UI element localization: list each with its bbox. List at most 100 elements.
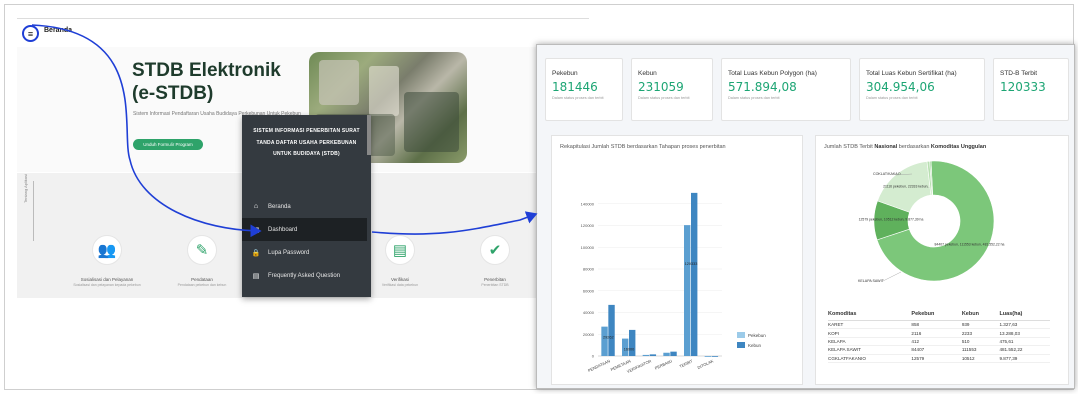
users-icon: 👥 bbox=[92, 235, 122, 265]
bar-kebun-pemetaan bbox=[629, 329, 636, 356]
stat-card-stdb-terbit: STD-B Terbit 120333 bbox=[993, 58, 1069, 121]
bar-kebun-terbit bbox=[691, 192, 698, 356]
y-tick-label: 140000 bbox=[581, 201, 595, 206]
bar-kebun-verifikator bbox=[649, 354, 657, 356]
stat-desc: Dalam status proses dan terbit bbox=[638, 96, 690, 100]
download-form-button[interactable]: Unduh Formulir Program bbox=[133, 139, 203, 150]
stat-card-pekebun: Pekebun 181446 Dalam status proses dan t… bbox=[545, 58, 623, 121]
data-label: 120333 bbox=[685, 262, 698, 266]
x-tick-label: PENDATAAN bbox=[587, 358, 611, 373]
x-tick-label: PERBAIKI bbox=[654, 358, 673, 370]
sidebar-item-label: Frequently Asked Question bbox=[268, 272, 341, 279]
table-row: KARET 858 939 1.327,63 bbox=[828, 320, 1050, 330]
table-row: KELAPA SAWIT 84407 111553 481.552,22 bbox=[828, 345, 1050, 355]
stat-value: 571.894,08 bbox=[728, 80, 797, 94]
table-cell: 84407 bbox=[911, 345, 962, 355]
table-cell: KELAPA bbox=[828, 337, 912, 347]
table-cell: 412 bbox=[911, 337, 962, 347]
y-tick-label: 120000 bbox=[581, 223, 595, 228]
commodity-table: Komoditas Pekebun Kebun Luas(ha) KARET 858 93… bbox=[828, 309, 1050, 363]
x-tick-label: TERBIT bbox=[678, 358, 694, 369]
bar-chart: 0 20000 40000 60000 80000 100000 120000 140000 2… bbox=[581, 192, 766, 374]
bar-pekebun-diperbaiki bbox=[663, 352, 670, 356]
stat-value: 181446 bbox=[552, 80, 598, 94]
sidebar-item-beranda[interactable]: ⌂ Beranda bbox=[242, 195, 367, 218]
table-cell: KELAPA SAWIT bbox=[828, 345, 912, 355]
feature-item: ✎ Pendataan Pendataan pekebun dan kebun bbox=[167, 235, 237, 287]
slice-label: 21116 pekebun, 22333 kebun, 1 bbox=[883, 184, 931, 188]
nav-home-link[interactable]: Beranda bbox=[44, 27, 72, 34]
table-cell: 10512 bbox=[961, 354, 1000, 363]
donut-chart-card: Jumlah STDB Terbit Nasional berdasarkan … bbox=[815, 135, 1069, 385]
hero-title: STDB Elektronik (e-STDB) bbox=[132, 60, 281, 104]
table-header-cell: Komoditas bbox=[828, 309, 912, 321]
stat-card-luas-polygon: Total Luas Kebun Polygon (ha) 571.894,08… bbox=[721, 58, 851, 121]
sidebar-item-label: Beranda bbox=[268, 203, 291, 210]
stat-value: 120333 bbox=[1000, 80, 1046, 94]
table-cell: 510 bbox=[961, 337, 1000, 347]
check-icon: ✔ bbox=[480, 235, 510, 265]
bar-chart-card: Rekapitulasi Jumlah STDB berdasarkan Tah… bbox=[551, 135, 803, 385]
stat-desc: Dalam status proses dan terbit bbox=[866, 96, 918, 100]
feature-item: ✔ Penerbitan Penerbitan STDB bbox=[460, 235, 530, 287]
table-cell: 1.327,63 bbox=[999, 320, 1050, 330]
feature-desc: Verifikasi data pekebun bbox=[381, 283, 419, 287]
sidebar-item-faq[interactable]: ▤ Frequently Asked Question bbox=[242, 264, 367, 287]
sidebar-item-dashboard[interactable]: ▦ Dashboard bbox=[242, 218, 367, 241]
sidebar-menu: SISTEM INFORMASI PENERBITAN SURAT TANDA … bbox=[242, 115, 371, 297]
y-tick-label: 0 bbox=[592, 354, 595, 359]
data-label: 16000 bbox=[624, 348, 635, 352]
slice-label: 84407 pekebun, 111553 kebun, 481.552,22 … bbox=[935, 242, 1005, 246]
sidebar-heading: SISTEM INFORMASI PENERBITAN SURAT TANDA … bbox=[253, 128, 360, 157]
x-tick-label: DITOLAK bbox=[697, 358, 715, 370]
table-cell: 2233 bbox=[961, 328, 1000, 338]
data-label: 29262 bbox=[603, 336, 614, 340]
dashboard-panel: Pekebun 181446 Dalam status proses dan t… bbox=[536, 44, 1075, 389]
feature-item: ▤ Verifikasi Verifikasi data pekebun bbox=[365, 235, 435, 287]
legend-label: Kebun bbox=[748, 343, 762, 348]
form-icon: ✎ bbox=[187, 235, 217, 265]
table-header-cell: Kebun bbox=[961, 309, 1000, 321]
stat-card-luas-sertifikat: Total Luas Kebun Sertifikat (ha) 304.954… bbox=[859, 58, 985, 121]
stat-title: STD-B Terbit bbox=[1000, 70, 1038, 77]
table-cell: CGKLATFAKANIO bbox=[828, 354, 912, 363]
side-label: Tentang Aplikasi bbox=[23, 174, 28, 203]
table-cell: 475,61 bbox=[999, 337, 1050, 347]
table-row: KOPI 2116 2233 13.288,03 bbox=[828, 328, 1050, 338]
legend-label: Pekebun bbox=[748, 333, 766, 338]
clipboard-icon: ▤ bbox=[385, 235, 415, 265]
bar-kebun-pendataan bbox=[608, 304, 615, 356]
feature-desc: Pendataan pekebun dan kebun bbox=[177, 283, 227, 287]
table-cell: 13.288,03 bbox=[999, 328, 1050, 338]
bar-pekebun-terbit bbox=[684, 225, 691, 356]
leader-line bbox=[882, 271, 902, 282]
table-cell: 481.552,22 bbox=[999, 345, 1050, 355]
stat-title: Total Luas Kebun Polygon (ha) bbox=[728, 70, 817, 77]
feature-item: 👥 Sosialisasi dan Pelayanan Sosialisasi … bbox=[72, 235, 142, 287]
y-tick-label: 100000 bbox=[581, 245, 595, 250]
stat-value: 304.954,06 bbox=[866, 80, 935, 94]
sidebar-item-lupa-password[interactable]: 🔒 Lupa Password bbox=[242, 241, 367, 264]
legend-swatch bbox=[737, 342, 745, 348]
bar-pekebun-verifikator bbox=[642, 354, 650, 356]
table-cell: 9.877,39 bbox=[999, 354, 1050, 363]
bar-pekebun-pendataan bbox=[601, 326, 608, 356]
bar-pekebun-ditolak bbox=[704, 356, 712, 357]
sidebar-item-label: Lupa Password bbox=[268, 249, 310, 256]
home-icon: ⌂ bbox=[253, 203, 259, 210]
feature-label: Verifikasi bbox=[390, 277, 409, 282]
stat-card-kebun: Kebun 231059 Dalam status proses dan ter… bbox=[631, 58, 713, 121]
y-tick-label: 80000 bbox=[583, 267, 595, 272]
feature-label: Penerbitan bbox=[484, 277, 506, 282]
legend-swatch bbox=[737, 332, 745, 338]
feature-desc: Sosialisasi dan pelayanan kepada pekebun bbox=[73, 283, 141, 287]
scrollbar[interactable] bbox=[367, 115, 371, 155]
table-cell: KARET bbox=[828, 320, 912, 330]
table-cell: 12579 bbox=[911, 354, 962, 363]
stat-title: Pekebun bbox=[552, 70, 578, 77]
y-tick-label: 20000 bbox=[583, 332, 595, 337]
lock-icon: 🔒 bbox=[251, 249, 261, 257]
sidebar-item-label: Dashboard bbox=[268, 226, 298, 233]
stat-desc: Dalam status proses dan terbit bbox=[552, 96, 604, 100]
hamburger-menu-icon[interactable]: ≡ bbox=[22, 25, 39, 42]
